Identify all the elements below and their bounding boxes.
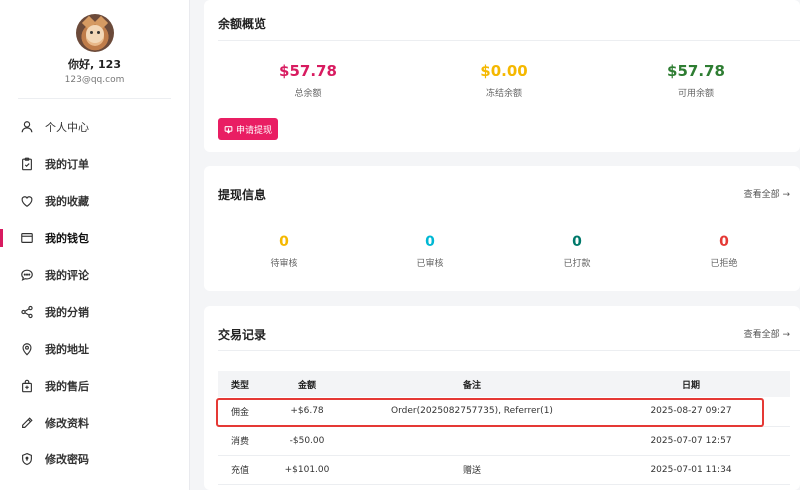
clipboard-icon: [22, 157, 32, 171]
withdraw-rejected: 0 已拒绝: [684, 234, 764, 269]
table-row: 消费 -$50.00 2025-07-07 12:57: [218, 426, 790, 456]
cell-type: 充值: [218, 455, 262, 485]
apply-withdraw-label: 申请提现: [235, 125, 272, 136]
sidebar-item-label: 个人中心: [45, 121, 89, 135]
sidebar: 你好, 123 123@qq.com 个人中心 我的订单 我的收藏 我的钱包 我…: [0, 0, 190, 490]
paid-label: 已打款: [563, 259, 591, 269]
sidebar-item-label: 我的收藏: [45, 195, 89, 209]
pending-label: 待审核: [270, 259, 298, 269]
withdraw-paid: 0 已打款: [537, 234, 617, 269]
sidebar-item-orders[interactable]: 我的订单: [0, 146, 189, 183]
sidebar-item-address[interactable]: 我的地址: [0, 330, 189, 367]
user-greeting: 你好, 123: [68, 58, 121, 71]
sidebar-item-label: 我的地址: [45, 342, 89, 356]
shield-icon: [22, 453, 32, 466]
cell-note: [352, 426, 592, 456]
withdraw-pending: 0 待审核: [244, 234, 324, 269]
sidebar-item-label: 修改密码: [45, 453, 89, 467]
table-row: 佣金 +$6.78 Order(2025082757735), Referrer…: [218, 397, 790, 427]
sidebar-item-label: 我的评论: [45, 269, 89, 282]
total-balance: $57.78 总余额: [248, 62, 368, 99]
column-header-date: 日期: [681, 380, 700, 391]
divider: [218, 350, 800, 351]
sidebar-item-label: 我的钱包: [45, 232, 89, 246]
share-icon: [21, 305, 33, 318]
sidebar-item-edit-profile[interactable]: 修改资料: [0, 404, 189, 441]
apply-withdraw-button[interactable]: 申请提现: [218, 118, 278, 140]
column-header-type: 类型: [230, 380, 249, 391]
sidebar-item-change-password[interactable]: 修改密码: [0, 441, 189, 478]
comment-icon: [21, 269, 33, 281]
sidebar-item-profile-center[interactable]: 个人中心: [0, 109, 189, 146]
approved-count: 0: [425, 234, 435, 250]
avatar[interactable]: [75, 14, 114, 52]
column-header-amount: 金额: [297, 380, 316, 391]
profile-header: 你好, 123 123@qq.com: [0, 0, 189, 98]
sidebar-item-comments[interactable]: 我的评论: [0, 257, 189, 294]
transactions-table: 类型 金额 备注 日期 佣金 +$6.78 Order(202508275773…: [218, 371, 790, 485]
cell-amount: +$101.00: [262, 455, 352, 485]
balance-overview-card: 余额概览 $57.78 总余额 $0.00 冻结余额 $57.78 可用余额 申…: [204, 0, 800, 152]
table-row: 充值 +$101.00 赠送 2025-07-01 11:34: [218, 455, 790, 485]
cell-date: 2025-08-27 09:27: [592, 397, 790, 427]
sidebar-item-after-sales[interactable]: 我的售后: [0, 367, 189, 404]
wallet-icon: [21, 233, 33, 244]
withdraw-info-title: 提现信息: [218, 188, 267, 202]
rejected-label: 已拒绝: [710, 259, 738, 269]
service-bag-icon: [22, 379, 32, 392]
location-pin-icon: [22, 342, 32, 356]
cell-type: 消费: [218, 426, 262, 456]
paid-count: 0: [572, 234, 582, 250]
heart-icon: [21, 196, 33, 208]
withdraw-icon: [224, 125, 233, 134]
total-balance-amount: $57.78: [279, 62, 337, 80]
frozen-balance-amount: $0.00: [480, 62, 528, 80]
cell-note: 赠送: [352, 455, 592, 485]
cell-date: 2025-07-01 11:34: [592, 455, 790, 485]
cell-date: 2025-07-07 12:57: [592, 426, 790, 456]
balance-title: 余额概览: [218, 17, 267, 31]
frozen-balance: $0.00 冻结余额: [444, 62, 564, 99]
transactions-title: 交易记录: [218, 328, 267, 342]
total-balance-label: 总余额: [294, 89, 322, 99]
pencil-icon: [22, 416, 33, 428]
pending-count: 0: [279, 234, 289, 250]
table-header-row: 类型 金额 备注 日期: [218, 371, 790, 397]
user-email: 123@qq.com: [64, 75, 125, 85]
view-all-withdraw-link[interactable]: 查看全部 →: [744, 187, 790, 200]
sidebar-nav: 个人中心 我的订单 我的收藏 我的钱包 我的评论 我的分销 我的地址 我的售后: [0, 109, 189, 478]
cell-type: 佣金: [218, 397, 262, 427]
sidebar-item-favorites[interactable]: 我的收藏: [0, 183, 189, 220]
sidebar-item-label: 我的分销: [45, 305, 89, 319]
frozen-balance-label: 冻结余额: [485, 89, 522, 99]
cell-amount: -$50.00: [262, 426, 352, 456]
cell-amount: +$6.78: [262, 397, 352, 427]
approved-label: 已审核: [416, 259, 444, 269]
sidebar-item-distribution[interactable]: 我的分销: [0, 293, 189, 330]
withdraw-approved: 0 已审核: [390, 234, 470, 269]
sidebar-item-label: 我的订单: [45, 158, 89, 172]
cell-note: Order(2025082757735), Referrer(1): [352, 397, 592, 427]
view-all-transactions-link[interactable]: 查看全部 →: [744, 327, 790, 340]
sidebar-item-label: 我的售后: [45, 379, 89, 393]
available-balance-label: 可用余额: [677, 89, 714, 99]
sidebar-item-wallet[interactable]: 我的钱包: [0, 220, 189, 257]
withdraw-info-card: 提现信息 查看全部 → 0 待审核 0 已审核 0 已打款 0 已拒绝: [204, 166, 800, 291]
divider: [218, 40, 800, 41]
sidebar-item-label: 修改资料: [45, 416, 89, 430]
rejected-count: 0: [719, 234, 729, 250]
available-balance: $57.78 可用余额: [636, 62, 756, 99]
column-header-note: 备注: [462, 380, 481, 391]
divider: [18, 98, 171, 99]
available-balance-amount: $57.78: [667, 62, 725, 80]
transactions-card: 交易记录 查看全部 → 类型 金额 备注 日期 佣金 +$6.78 Order(…: [204, 306, 800, 490]
user-icon: [21, 121, 33, 133]
